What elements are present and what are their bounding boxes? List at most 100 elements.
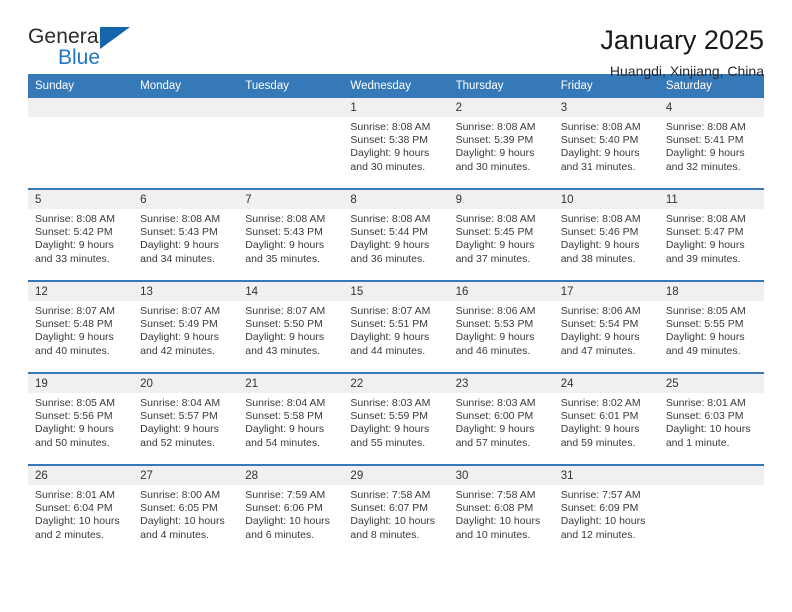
daylight-line: and 57 minutes.: [455, 436, 531, 449]
sunset-line: Sunset: 5:40 PM: [560, 134, 639, 147]
sunset-line: Sunset: 5:58 PM: [245, 410, 323, 423]
sun-info: Sunrise: 7:57 AM Sunset: 6:09 PM Daylight:…: [554, 485, 659, 542]
daylight-line: Daylight: 10 hours: [665, 423, 751, 436]
daylight-line: Daylight: 9 hours: [455, 331, 535, 344]
calendar-day-cell[interactable]: 8 Sunrise: 8:08 AM Sunset: 5:44 PM Daylight…: [343, 188, 449, 281]
daylight-line: Daylight: 9 hours: [140, 239, 219, 252]
calendar-day-cell[interactable]: 27 Sunrise: 8:00 AM Sunset: 6:05 PM Dayligh…: [133, 464, 239, 556]
sunrise-line: Sunrise: 7:57 AM: [560, 489, 641, 501]
sunset-line: Sunset: 5:44 PM: [350, 226, 429, 239]
calendar-empty-cell: [238, 98, 344, 189]
weekday-header-wednesday: Wednesday: [343, 74, 449, 98]
day-number: 2: [448, 98, 554, 117]
sun-info: Sunrise: 7:59 AM Sunset: 6:06 PM Daylight:…: [238, 485, 343, 542]
calendar-day-cell[interactable]: 24 Sunrise: 8:02 AM Sunset: 6:01 PM Dayligh…: [553, 372, 659, 465]
day-number: [28, 98, 134, 117]
day-number: 29: [343, 466, 449, 485]
calendar-day-cell[interactable]: 30 Sunrise: 7:58 AM Sunset: 6:08 PM Dayligh…: [448, 464, 554, 556]
calendar-day-cell[interactable]: 21 Sunrise: 8:04 AM Sunset: 5:58 PM Dayligh…: [238, 372, 344, 465]
sunrise-line: Sunrise: 8:05 AM: [665, 305, 746, 317]
daylight-line: and 50 minutes.: [35, 436, 110, 449]
sunrise-line: Sunrise: 8:05 AM: [35, 397, 115, 409]
calendar-day-cell[interactable]: 25 Sunrise: 8:01 AM Sunset: 6:03 PM Dayligh…: [658, 372, 764, 465]
calendar-week-row: 1 Sunrise: 8:08 AM Sunset: 5:38 PM Daylight…: [28, 98, 764, 189]
calendar-day-cell[interactable]: 6 Sunrise: 8:08 AM Sunset: 5:43 PM Daylight…: [133, 188, 239, 281]
sunset-line: Sunset: 5:53 PM: [455, 318, 534, 331]
calendar-empty-cell: [658, 464, 764, 556]
sunrise-line: Sunrise: 8:03 AM: [350, 397, 431, 409]
day-number: 26: [28, 466, 134, 485]
sunset-line: Sunset: 5:49 PM: [140, 318, 218, 331]
calendar-day-cell[interactable]: 1 Sunrise: 8:08 AM Sunset: 5:38 PM Daylight…: [343, 98, 449, 189]
calendar-day-cell[interactable]: 16 Sunrise: 8:06 AM Sunset: 5:53 PM Dayligh…: [448, 280, 554, 373]
sun-info: Sunrise: 8:02 AM Sunset: 6:01 PM Daylight:…: [554, 393, 659, 450]
daylight-line: Daylight: 9 hours: [140, 423, 219, 436]
sun-info: Sunrise: 8:06 AM Sunset: 5:54 PM Daylight:…: [554, 301, 659, 358]
weekday-header-monday: Monday: [133, 74, 239, 98]
calendar-day-cell[interactable]: 10 Sunrise: 8:08 AM Sunset: 5:46 PM Dayligh…: [553, 188, 659, 281]
sun-info: Sunrise: 8:03 AM Sunset: 5:59 PM Daylight:…: [343, 393, 448, 450]
calendar-day-cell[interactable]: 13 Sunrise: 8:07 AM Sunset: 5:49 PM Dayligh…: [133, 280, 239, 373]
day-number: 5: [28, 190, 134, 209]
sunrise-line: Sunrise: 8:08 AM: [140, 213, 221, 225]
calendar-week-row: 5 Sunrise: 8:08 AM Sunset: 5:42 PM Daylight…: [28, 188, 764, 281]
sun-info: Sunrise: 8:08 AM Sunset: 5:47 PM Daylight:…: [659, 209, 764, 266]
sunrise-line: Sunrise: 8:01 AM: [665, 397, 746, 409]
general-blue-logo[interactable]: General Blue: [28, 26, 148, 74]
sunset-line: Sunset: 6:08 PM: [455, 502, 534, 515]
sun-info: Sunrise: 8:05 AM Sunset: 5:56 PM Daylight:…: [28, 393, 133, 450]
sun-info: Sunrise: 8:05 AM Sunset: 5:55 PM Daylight:…: [659, 301, 764, 358]
triangle-icon: [100, 27, 130, 49]
daylight-line: and 52 minutes.: [140, 436, 215, 449]
calendar-day-cell[interactable]: 19 Sunrise: 8:05 AM Sunset: 5:56 PM Dayligh…: [28, 372, 134, 465]
day-number: 25: [658, 374, 764, 393]
daylight-line: and 36 minutes.: [350, 252, 426, 265]
daylight-line: and 47 minutes.: [560, 344, 636, 357]
day-number: 31: [553, 466, 659, 485]
daylight-line: Daylight: 9 hours: [665, 239, 745, 252]
sunrise-line: Sunrise: 8:08 AM: [560, 213, 641, 225]
sunset-line: Sunset: 5:50 PM: [245, 318, 323, 331]
sunrise-line: Sunrise: 7:58 AM: [350, 489, 431, 501]
daylight-line: Daylight: 9 hours: [560, 239, 640, 252]
day-number: [133, 98, 239, 117]
calendar-day-cell[interactable]: 9 Sunrise: 8:08 AM Sunset: 5:45 PM Daylight…: [448, 188, 554, 281]
calendar-day-cell[interactable]: 15 Sunrise: 8:07 AM Sunset: 5:51 PM Dayligh…: [343, 280, 449, 373]
sunrise-line: Sunrise: 8:08 AM: [350, 121, 431, 133]
calendar-day-cell[interactable]: 3 Sunrise: 8:08 AM Sunset: 5:40 PM Daylight…: [553, 98, 659, 189]
calendar-day-cell[interactable]: 22 Sunrise: 8:03 AM Sunset: 5:59 PM Dayligh…: [343, 372, 449, 465]
calendar-day-cell[interactable]: 23 Sunrise: 8:03 AM Sunset: 6:00 PM Dayligh…: [448, 372, 554, 465]
calendar-day-cell[interactable]: 31 Sunrise: 7:57 AM Sunset: 6:09 PM Dayligh…: [553, 464, 659, 556]
calendar-day-cell[interactable]: 7 Sunrise: 8:08 AM Sunset: 5:43 PM Daylight…: [238, 188, 344, 281]
day-number: 20: [133, 374, 239, 393]
calendar-day-cell[interactable]: 11 Sunrise: 8:08 AM Sunset: 5:47 PM Dayligh…: [658, 188, 764, 281]
day-number: 17: [553, 282, 659, 301]
daylight-line: Daylight: 9 hours: [245, 423, 325, 436]
daylight-line: Daylight: 9 hours: [560, 423, 640, 436]
calendar-day-cell[interactable]: 18 Sunrise: 8:05 AM Sunset: 5:55 PM Dayligh…: [658, 280, 764, 373]
calendar-day-cell[interactable]: 12 Sunrise: 8:07 AM Sunset: 5:48 PM Dayligh…: [28, 280, 134, 373]
daylight-line: Daylight: 9 hours: [560, 331, 640, 344]
sunrise-line: Sunrise: 8:00 AM: [140, 489, 221, 501]
calendar-day-cell[interactable]: 20 Sunrise: 8:04 AM Sunset: 5:57 PM Dayligh…: [133, 372, 239, 465]
calendar-day-cell[interactable]: 26 Sunrise: 8:01 AM Sunset: 6:04 PM Dayligh…: [28, 464, 134, 556]
calendar-day-cell[interactable]: 28 Sunrise: 7:59 AM Sunset: 6:06 PM Dayligh…: [238, 464, 344, 556]
sunset-line: Sunset: 5:38 PM: [350, 134, 429, 147]
daylight-line: and 8 minutes.: [350, 528, 420, 541]
day-number: 27: [133, 466, 239, 485]
sun-info: Sunrise: 8:08 AM Sunset: 5:38 PM Daylight:…: [343, 117, 448, 174]
calendar-day-cell[interactable]: 17 Sunrise: 8:06 AM Sunset: 5:54 PM Dayligh…: [553, 280, 659, 373]
calendar-day-cell[interactable]: 14 Sunrise: 8:07 AM Sunset: 5:50 PM Dayligh…: [238, 280, 344, 373]
daylight-line: Daylight: 9 hours: [350, 239, 430, 252]
calendar-day-cell[interactable]: 4 Sunrise: 8:08 AM Sunset: 5:41 PM Daylight…: [658, 98, 764, 189]
calendar-day-cell[interactable]: 2 Sunrise: 8:08 AM Sunset: 5:39 PM Daylight…: [448, 98, 554, 189]
calendar-day-cell[interactable]: 5 Sunrise: 8:08 AM Sunset: 5:42 PM Daylight…: [28, 188, 134, 281]
daylight-line: and 1 minute.: [665, 436, 730, 449]
calendar-day-cell[interactable]: 29 Sunrise: 7:58 AM Sunset: 6:07 PM Dayligh…: [343, 464, 449, 556]
sun-info: Sunrise: 8:08 AM Sunset: 5:42 PM Daylight:…: [28, 209, 133, 266]
daylight-line: and 12 minutes.: [560, 528, 636, 541]
daylight-line: and 59 minutes.: [560, 436, 636, 449]
sunrise-line: Sunrise: 8:07 AM: [35, 305, 115, 317]
sun-info: Sunrise: 8:04 AM Sunset: 5:58 PM Daylight:…: [238, 393, 343, 450]
daylight-line: Daylight: 9 hours: [140, 331, 219, 344]
